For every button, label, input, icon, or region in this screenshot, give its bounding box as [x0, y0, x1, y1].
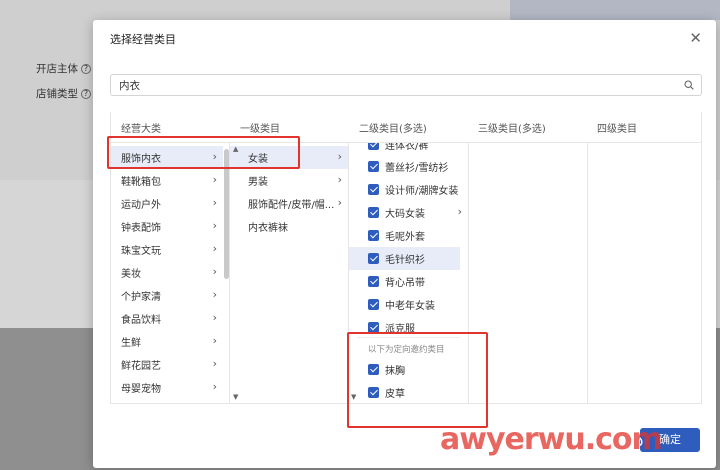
search-icon[interactable] — [684, 80, 694, 90]
chevron-right-icon: › — [212, 219, 217, 232]
col-header-level4: 四级类目 — [597, 124, 637, 135]
major-category-item[interactable]: 珠宝文玩 › — [111, 238, 223, 261]
major-category-list: 服饰内衣 › 鞋靴箱包 › 运动户外 › 钟表配饰 › 珠宝文玩 › 美妆 › … — [111, 143, 229, 404]
chevron-right-icon: › — [212, 288, 217, 301]
major-category-item[interactable]: 生鲜 › — [111, 330, 223, 353]
major-category-item[interactable]: 鲜花园艺 › — [111, 353, 223, 376]
level2-category-item[interactable]: 中老年女装 — [349, 293, 468, 316]
chevron-right-icon: › — [212, 265, 217, 278]
chevron-right-icon: › — [457, 205, 462, 218]
chevron-right-icon: › — [212, 357, 217, 370]
chevron-right-icon: › — [212, 380, 217, 393]
level2-category-item[interactable]: 背心吊带 — [349, 270, 468, 293]
checkbox-checked-icon[interactable] — [368, 143, 379, 150]
level2-category-item[interactable]: 毛针织衫 — [349, 247, 460, 270]
highlight-box-selected-path — [107, 136, 300, 169]
level2-category-item[interactable]: 毛呢外套 — [349, 224, 468, 247]
highlight-box-directed-categories — [347, 332, 488, 428]
major-category-item[interactable]: 个护家清 › — [111, 284, 223, 307]
major-category-item[interactable]: 钟表配饰 › — [111, 215, 223, 238]
major-category-item[interactable]: 食品饮料 › — [111, 307, 223, 330]
help-icon: ? — [81, 63, 91, 74]
bg-label-shop-type: 店铺类型 ? — [36, 86, 91, 101]
chevron-right-icon: › — [212, 311, 217, 324]
checkbox-checked-icon[interactable] — [368, 207, 379, 218]
checkbox-checked-icon[interactable] — [368, 184, 379, 195]
level1-category-item[interactable]: 服饰配件/皮带/帽... › — [230, 192, 348, 215]
level2-category-item[interactable]: 蕾丝衫/雪纺衫 — [349, 155, 468, 178]
level1-category-item[interactable]: 男装 › — [230, 169, 348, 192]
backdrop-right-panel — [510, 0, 720, 20]
chevron-right-icon: › — [212, 242, 217, 255]
level2-category-item[interactable]: 大码女装 › — [349, 201, 468, 224]
checkbox-checked-icon[interactable] — [368, 276, 379, 287]
chevron-right-icon: › — [337, 150, 342, 163]
dialog-title: 选择经营类目 — [110, 33, 176, 46]
major-category-item[interactable]: 母婴宠物 › — [111, 376, 223, 399]
level2-category-item[interactable]: 设计师/潮牌女装 — [349, 178, 468, 201]
major-category-item[interactable]: 鞋靴箱包 › — [111, 169, 223, 192]
checkbox-checked-icon[interactable] — [368, 299, 379, 310]
major-category-item[interactable]: 运动户外 › — [111, 192, 223, 215]
chevron-right-icon: › — [337, 173, 342, 186]
site-watermark: awyerwu.com — [440, 422, 663, 457]
help-icon: ? — [81, 88, 91, 99]
col-header-level2: 二级类目(多选) — [359, 124, 427, 135]
checkbox-checked-icon[interactable] — [368, 253, 379, 264]
scroll-down-icon[interactable]: ▼ — [233, 393, 238, 401]
checkbox-checked-icon[interactable] — [368, 161, 379, 172]
level1-category-list: 女装 › 男装 › 服饰配件/皮带/帽... › 内衣裤袜 ▲ ▼ — [230, 143, 348, 404]
checkbox-checked-icon[interactable] — [368, 230, 379, 241]
major-category-item[interactable]: 美妆 › — [111, 261, 223, 284]
search-input[interactable] — [111, 75, 671, 95]
chevron-right-icon: › — [212, 334, 217, 347]
col-header-major: 经营大类 — [121, 124, 161, 135]
bg-label-shop-entity: 开店主体 ? — [36, 61, 91, 76]
chevron-right-icon: › — [337, 196, 342, 209]
col-header-level1: 一级类目 — [240, 124, 280, 135]
level4-category-list — [588, 143, 701, 404]
col-header-level3: 三级类目(多选) — [478, 124, 546, 135]
chevron-right-icon: › — [212, 196, 217, 209]
close-icon[interactable]: ✕ — [689, 29, 702, 47]
search-box — [110, 74, 702, 96]
chevron-right-icon: › — [212, 173, 217, 186]
level1-category-item[interactable]: 内衣裤袜 — [230, 215, 348, 238]
